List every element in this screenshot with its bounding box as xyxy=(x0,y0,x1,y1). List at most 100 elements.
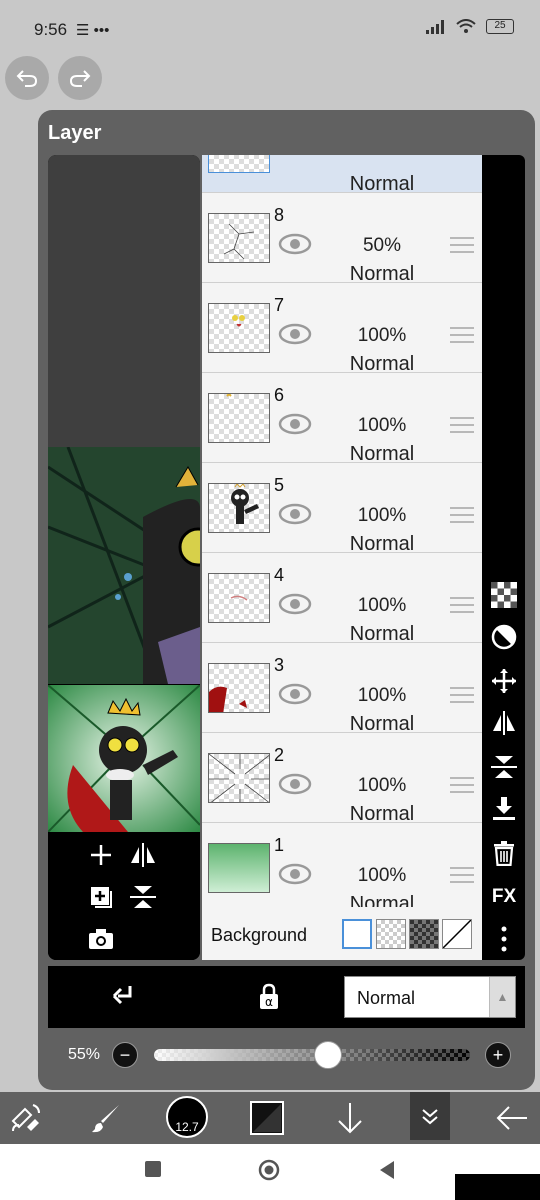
background-white-option[interactable] xyxy=(342,919,372,949)
delete-layer-button[interactable] xyxy=(488,837,520,869)
opacity-bar: 55% − + xyxy=(48,1030,525,1080)
flip-vertical-icon xyxy=(130,886,156,908)
drag-handle-icon[interactable] xyxy=(450,327,474,345)
layer-thumbnail xyxy=(208,303,270,353)
layer-list[interactable]: Normal 8 50% Normal 7 100% Normal 6 100%… xyxy=(202,155,482,960)
tool-switch-button[interactable] xyxy=(6,1098,46,1138)
canvas-preview[interactable] xyxy=(48,155,200,960)
add-layer-button[interactable] xyxy=(84,838,118,872)
home-button[interactable] xyxy=(258,1159,280,1186)
layer-row-7[interactable]: 7 100% Normal xyxy=(202,283,482,375)
undo-button[interactable] xyxy=(5,56,49,100)
flip-vertical-tool-button[interactable] xyxy=(488,751,520,783)
more-vertical-icon xyxy=(501,926,507,952)
drag-handle-icon[interactable] xyxy=(450,867,474,885)
drag-handle-icon[interactable] xyxy=(450,597,474,615)
canvas-thumbnail[interactable] xyxy=(48,685,200,832)
layer-row-5[interactable]: 5 100% Normal xyxy=(202,463,482,555)
layer-number: 2 xyxy=(274,745,285,765)
status-time: 9:56 xyxy=(34,20,68,39)
notification-icons: ☰ ••• xyxy=(76,22,110,39)
color-swatch-icon xyxy=(250,1101,284,1135)
nav-corner-bar xyxy=(455,1174,540,1200)
layer-number: 8 xyxy=(274,205,285,225)
layer-row-3[interactable]: 3 100% Normal xyxy=(202,643,482,735)
trash-icon xyxy=(494,841,514,866)
drag-handle-icon[interactable] xyxy=(450,507,474,525)
transparency-button[interactable] xyxy=(488,579,520,611)
opacity-decrease-button[interactable]: − xyxy=(112,1042,138,1068)
clear-layer-button[interactable] xyxy=(488,621,520,653)
fx-button[interactable]: FX xyxy=(488,881,520,913)
back-button[interactable] xyxy=(492,1098,532,1138)
brush-size-button[interactable]: 12.7 xyxy=(166,1096,208,1138)
move-button[interactable] xyxy=(488,665,520,697)
layer-thumbnail xyxy=(208,213,270,263)
flip-vertical-button[interactable] xyxy=(126,880,160,914)
checkerboard-icon xyxy=(491,582,517,608)
layer-opacity: 50% xyxy=(362,235,402,256)
alpha-lock-button[interactable]: α xyxy=(254,982,284,1012)
brush-icon xyxy=(92,1105,119,1133)
system-back-button[interactable] xyxy=(378,1160,396,1185)
flip-vertical-icon xyxy=(491,756,517,778)
svg-text:α: α xyxy=(265,995,273,1009)
recents-button[interactable] xyxy=(144,1160,162,1183)
layer-opacity: 100% xyxy=(357,415,407,436)
canvas-artwork xyxy=(48,447,200,684)
drag-handle-icon[interactable] xyxy=(450,687,474,705)
visibility-eye-icon[interactable] xyxy=(278,323,312,345)
signal-icon xyxy=(426,19,444,34)
clipping-button[interactable] xyxy=(108,982,138,1012)
visibility-eye-icon[interactable] xyxy=(278,863,312,885)
visibility-eye-icon[interactable] xyxy=(278,503,312,525)
layer-opacity: 100% xyxy=(357,865,407,886)
color-button[interactable] xyxy=(247,1098,287,1138)
drag-handle-icon[interactable] xyxy=(450,417,474,435)
layer-row-selected[interactable]: Normal xyxy=(202,155,482,195)
move-arrows-icon xyxy=(492,669,516,693)
layer-row-8[interactable]: 8 50% Normal xyxy=(202,193,482,285)
camera-button[interactable] xyxy=(84,922,118,956)
flip-horizontal-button[interactable] xyxy=(126,838,160,872)
drag-handle-icon[interactable] xyxy=(450,777,474,795)
background-transparent-light-option[interactable] xyxy=(376,919,406,949)
more-options-button[interactable] xyxy=(488,923,520,955)
chevron-up-icon: ▲ xyxy=(489,977,515,1017)
layer-row-1[interactable]: 1 100% Normal xyxy=(202,823,482,915)
blend-mode-value: Normal xyxy=(357,988,416,1008)
blend-bar: α Normal ▲ xyxy=(48,966,525,1028)
collapse-panel-button[interactable] xyxy=(410,1092,450,1140)
blend-mode-select[interactable]: Normal ▲ xyxy=(344,976,516,1018)
opacity-slider[interactable] xyxy=(154,1049,470,1061)
visibility-eye-icon[interactable] xyxy=(278,773,312,795)
flip-horizontal-tool-button[interactable] xyxy=(488,707,520,739)
opacity-slider-knob[interactable] xyxy=(313,1041,342,1069)
battery-icon: 25 xyxy=(486,19,514,34)
layer-row-6[interactable]: 6 100% Normal xyxy=(202,373,482,465)
visibility-eye-icon[interactable] xyxy=(278,233,312,255)
status-bar: 9:56 ☰ ••• 25 xyxy=(0,0,540,58)
layer-opacity: 100% xyxy=(357,505,407,526)
merge-down-icon xyxy=(493,797,515,820)
redo-button[interactable] xyxy=(58,56,102,100)
opacity-label: 55% xyxy=(68,1046,101,1063)
visibility-eye-icon[interactable] xyxy=(278,683,312,705)
drag-handle-icon[interactable] xyxy=(450,237,474,255)
layer-thumbnail xyxy=(208,753,270,803)
visibility-eye-icon[interactable] xyxy=(278,593,312,615)
visibility-eye-icon[interactable] xyxy=(278,413,312,435)
opacity-increase-button[interactable]: + xyxy=(485,1042,511,1068)
background-none-option[interactable] xyxy=(442,919,472,949)
arrow-left-icon xyxy=(496,1106,527,1130)
background-transparent-dark-option[interactable] xyxy=(409,919,439,949)
layer-row-4[interactable]: 4 100% Normal xyxy=(202,553,482,645)
brush-tool-button[interactable] xyxy=(86,1098,126,1138)
merge-down-button[interactable] xyxy=(488,793,520,825)
layer-row-2[interactable]: 2 100% Normal xyxy=(202,733,482,825)
duplicate-layer-button[interactable] xyxy=(84,880,118,914)
layer-down-button[interactable] xyxy=(330,1098,370,1138)
layer-opacity: 100% xyxy=(357,775,407,796)
home-circle-icon xyxy=(258,1159,280,1181)
panel-title: Layer xyxy=(48,122,102,144)
